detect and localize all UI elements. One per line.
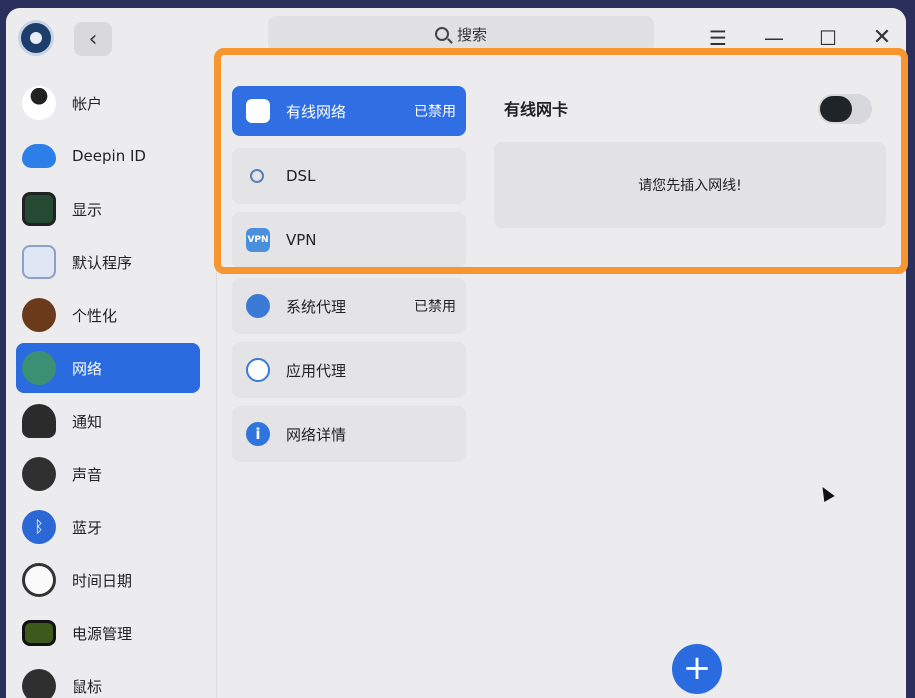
sidebar-item-datetime[interactable]: 时间日期 [16, 555, 200, 605]
sidebar-item-power[interactable]: 电源管理 [16, 608, 200, 658]
detail-panel: 有线网卡 请您先插入网线! [492, 72, 892, 692]
clock-icon [22, 563, 56, 597]
sidebar: 帐户 Deepin ID 显示 默认程序 个性化 网络 通知 声音 ᛒ 蓝牙 时… [6, 72, 214, 698]
power-icon [22, 620, 56, 646]
menu-item-label: 网络详情 [286, 425, 347, 444]
notice-text: 请您先插入网线! [638, 178, 742, 194]
menu-item-system-proxy[interactable]: 系统代理 已禁用 [232, 278, 466, 334]
menu-item-label: VPN [286, 231, 317, 249]
search-placeholder: 搜索 [456, 25, 487, 44]
sidebar-item-default-apps[interactable]: 默认程序 [16, 237, 200, 287]
menu-item-label: 有线网络 [286, 102, 347, 121]
notification-icon [22, 404, 56, 438]
menu-item-label: 应用代理 [286, 361, 347, 380]
section-title: 有线网卡 [504, 100, 569, 119]
notice-card: 请您先插入网线! [494, 142, 886, 228]
personalization-icon [22, 298, 56, 332]
search-icon [434, 27, 449, 41]
sound-icon [22, 457, 56, 491]
wired-toggle[interactable] [818, 94, 872, 124]
divider [216, 64, 217, 698]
sidebar-item-label: 电源管理 [72, 624, 133, 643]
maximize-button[interactable]: ☐ [816, 26, 840, 50]
sidebar-item-label: 显示 [72, 200, 103, 219]
menu-item-vpn[interactable]: VPN VPN [232, 212, 466, 268]
search-input[interactable]: 搜索 [268, 16, 654, 52]
menu-item-network-details[interactable]: i 网络详情 [232, 406, 466, 462]
sidebar-item-label: 帐户 [72, 94, 103, 113]
network-menu: 有线网络 已禁用 DSL VPN VPN 系统代理 已禁用 应用代理 i 网络详… [232, 72, 472, 472]
default-apps-icon [22, 245, 56, 279]
sidebar-item-notification[interactable]: 通知 [16, 396, 200, 446]
dsl-icon [250, 169, 264, 183]
sidebar-item-label: 蓝牙 [72, 518, 103, 537]
network-icon [22, 351, 56, 385]
deepin-id-icon [22, 144, 56, 168]
sidebar-item-deepin-id[interactable]: Deepin ID [16, 131, 200, 181]
info-icon: i [246, 422, 270, 446]
menu-item-app-proxy[interactable]: 应用代理 [232, 342, 466, 398]
status-text: 已禁用 [414, 104, 456, 120]
sidebar-item-network[interactable]: 网络 [16, 343, 200, 393]
sidebar-item-label: 鼠标 [72, 677, 103, 696]
account-icon [22, 86, 56, 120]
sidebar-item-account[interactable]: 帐户 [16, 78, 200, 128]
sidebar-item-label: Deepin ID [72, 147, 146, 165]
menu-item-dsl[interactable]: DSL [232, 148, 466, 204]
back-button[interactable]: ‹ [74, 22, 112, 56]
sidebar-item-label: 通知 [72, 412, 103, 431]
status-text: 已禁用 [414, 299, 456, 315]
add-button[interactable]: + [672, 644, 722, 694]
wired-network-icon [246, 99, 270, 123]
sidebar-item-personalization[interactable]: 个性化 [16, 290, 200, 340]
sidebar-item-label: 网络 [72, 359, 103, 378]
system-proxy-icon [246, 294, 270, 318]
sidebar-item-label: 声音 [72, 465, 103, 484]
titlebar: ‹ 搜索 ☰ — ☐ ✕ [6, 8, 906, 64]
sidebar-item-label: 个性化 [72, 306, 118, 325]
menu-item-label: DSL [286, 167, 316, 185]
menu-button[interactable]: ☰ [706, 26, 730, 50]
sidebar-item-bluetooth[interactable]: ᛒ 蓝牙 [16, 502, 200, 552]
sidebar-item-label: 时间日期 [72, 571, 133, 590]
sidebar-item-mouse[interactable]: 鼠标 [16, 661, 200, 698]
bluetooth-icon: ᛒ [22, 510, 56, 544]
toggle-knob [820, 96, 852, 122]
vpn-icon: VPN [246, 228, 270, 252]
settings-window: ‹ 搜索 ☰ — ☐ ✕ 帐户 Deepin ID 显示 默认程序 个性化 网络… [6, 8, 906, 698]
menu-item-label: 系统代理 [286, 297, 347, 316]
minimize-button[interactable]: — [762, 26, 786, 50]
display-icon [22, 192, 56, 226]
deepin-logo-icon [18, 20, 54, 56]
mouse-icon [22, 669, 56, 698]
sidebar-item-label: 默认程序 [72, 253, 133, 272]
sidebar-item-sound[interactable]: 声音 [16, 449, 200, 499]
sidebar-item-display[interactable]: 显示 [16, 184, 200, 234]
app-proxy-icon [246, 358, 270, 382]
menu-item-wired-network[interactable]: 有线网络 已禁用 [232, 86, 466, 136]
close-button[interactable]: ✕ [870, 26, 894, 50]
